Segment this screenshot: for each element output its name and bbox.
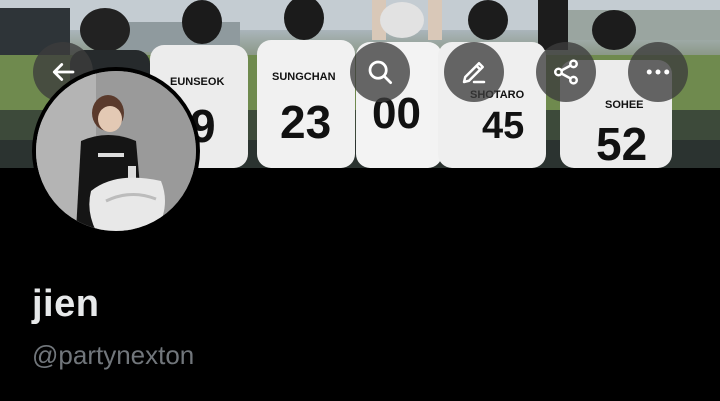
jersey-name-1: EUNSEOK <box>170 76 224 88</box>
share-icon <box>554 59 578 85</box>
jersey-number-4: 45 <box>482 105 524 147</box>
profile-handle: @partynexton <box>32 340 195 370</box>
share-button[interactable] <box>536 42 596 102</box>
jersey-name-2: SUNGCHAN <box>272 71 336 83</box>
pencil-icon <box>462 62 486 84</box>
jersey-name-5: SOHEE <box>605 99 644 111</box>
search-button[interactable] <box>350 42 410 102</box>
more-horizontal-icon <box>646 69 670 75</box>
search-icon <box>368 60 392 84</box>
avatar-photo <box>36 71 196 231</box>
jersey-number-2: 23 <box>280 96 331 148</box>
profile-display-name: jien <box>32 283 100 325</box>
jersey-number-5: 52 <box>596 118 647 168</box>
avatar[interactable] <box>36 71 196 231</box>
more-button[interactable] <box>628 42 688 102</box>
edit-button[interactable] <box>444 42 504 102</box>
